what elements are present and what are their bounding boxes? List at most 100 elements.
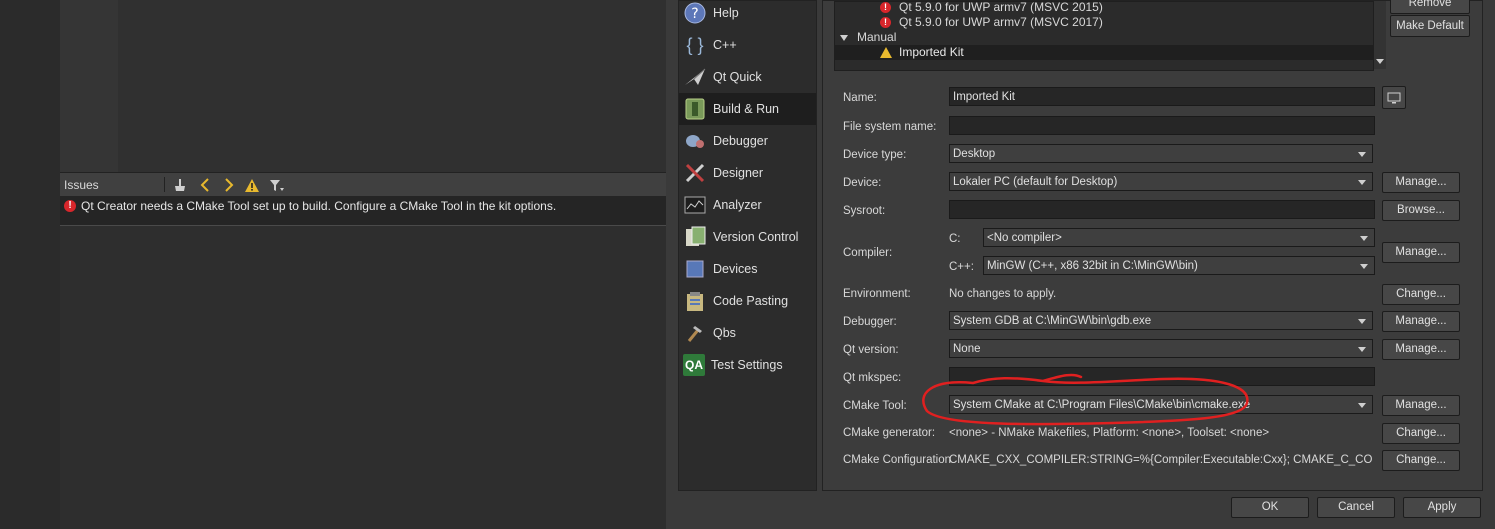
build-run-icon — [683, 97, 707, 121]
left-mode-bar — [0, 0, 60, 529]
options-dialog: ? Help { } C++ Qt Quick Build & Run Debu… — [666, 0, 1495, 529]
expand-arrow-icon[interactable] — [840, 35, 848, 41]
device-combo[interactable]: Lokaler PC (default for Desktop) — [949, 172, 1373, 191]
version-control-icon — [683, 225, 707, 249]
debugger-manage-button[interactable]: Manage... — [1382, 311, 1460, 332]
devices-icon — [683, 257, 707, 281]
remove-button[interactable]: Remove — [1390, 0, 1470, 14]
qa-icon: QA — [683, 354, 705, 376]
kit-row[interactable]: ! Qt 5.9.0 for UWP armv7 (MSVC 2017) — [835, 15, 1373, 30]
environment-change-button[interactable]: Change... — [1382, 284, 1460, 305]
qt-version-combo[interactable]: None — [949, 339, 1373, 358]
nav-item-code-pasting[interactable]: Code Pasting — [679, 285, 816, 317]
kit-label: Imported Kit — [899, 45, 964, 59]
cmake-tool-label: CMake Tool: — [843, 400, 907, 412]
compiler-label: Compiler: — [843, 247, 893, 259]
kit-row-selected[interactable]: Imported Kit — [835, 45, 1373, 60]
analyzer-chart-icon — [683, 193, 707, 217]
error-icon: ! — [880, 2, 891, 13]
kit-tree-scrollbar[interactable] — [1374, 1, 1386, 69]
apply-button[interactable]: Apply — [1403, 497, 1481, 518]
compiler-cpp-combo[interactable]: MinGW (C++, x86 32bit in C:\MinGW\bin) — [983, 256, 1375, 275]
debugger-combo[interactable]: System GDB at C:\MinGW\bin\gdb.exe — [949, 311, 1373, 330]
nav-item-version-control[interactable]: Version Control — [679, 221, 816, 253]
code-pasting-icon — [683, 289, 707, 313]
cmake-generator-change-button[interactable]: Change... — [1382, 423, 1460, 444]
qt-version-manage-button[interactable]: Manage... — [1382, 339, 1460, 360]
ok-button[interactable]: OK — [1231, 497, 1309, 518]
monitor-icon — [1387, 92, 1401, 103]
qa-badge-text: QA — [685, 358, 703, 372]
device-manage-button[interactable]: Manage... — [1382, 172, 1460, 193]
device-type-combo[interactable]: Desktop — [949, 144, 1373, 163]
nav-label-qbs: Qbs — [713, 326, 736, 340]
nav-label-debugger: Debugger — [713, 134, 768, 148]
kit-label: Qt 5.9.0 for UWP armv7 (MSVC 2015) — [899, 0, 1103, 14]
nav-item-help[interactable]: ? Help — [679, 0, 816, 29]
error-icon: ! — [64, 200, 76, 212]
clean-issues-icon[interactable] — [171, 176, 189, 194]
nav-label-test-settings: Test Settings — [711, 358, 783, 372]
sysroot-browse-button[interactable]: Browse... — [1382, 200, 1460, 221]
help-icon: ? — [683, 1, 707, 25]
options-category-list: ? Help { } C++ Qt Quick Build & Run Debu… — [678, 0, 817, 491]
compiler-c-combo[interactable]: <No compiler> — [983, 228, 1375, 247]
issues-list: ! Qt Creator needs a CMake Tool set up t… — [60, 196, 666, 529]
compiler-c-label: C: — [949, 233, 961, 245]
nav-item-qbs[interactable]: Qbs — [679, 317, 816, 349]
make-default-button[interactable]: Make Default — [1390, 15, 1470, 37]
nav-item-test-settings[interactable]: QA Test Settings — [679, 349, 816, 381]
nav-label-version-control: Version Control — [713, 230, 799, 244]
toolbar-separator — [164, 177, 165, 192]
compiler-cpp-value: MinGW (C++, x86 32bit in C:\MinGW\bin) — [987, 260, 1198, 272]
file-system-name-label: File system name: — [843, 121, 937, 133]
kit-icon-button[interactable] — [1382, 86, 1406, 109]
next-issue-icon[interactable] — [220, 176, 238, 194]
kit-tree[interactable]: ! Qt 5.9.0 for UWP armv7 (MSVC 2015) ! Q… — [834, 0, 1374, 71]
sysroot-field[interactable] — [949, 200, 1375, 219]
issues-title: Issues — [64, 178, 99, 192]
nav-item-designer[interactable]: Designer — [679, 157, 816, 189]
nav-label-code-pasting: Code Pasting — [713, 294, 789, 308]
previous-issue-icon[interactable] — [196, 176, 214, 194]
file-system-name-field[interactable] — [949, 116, 1375, 135]
kit-label: Qt 5.9.0 for UWP armv7 (MSVC 2017) — [899, 15, 1103, 29]
warning-icon — [880, 47, 892, 58]
nav-item-qt-quick[interactable]: Qt Quick — [679, 61, 816, 93]
compiler-manage-button[interactable]: Manage... — [1382, 242, 1460, 263]
kit-row[interactable]: ! Qt 5.9.0 for UWP armv7 (MSVC 2015) — [835, 0, 1373, 15]
qt-mkspec-label: Qt mkspec: — [843, 372, 902, 384]
issue-row[interactable]: ! Qt Creator needs a CMake Tool set up t… — [60, 196, 666, 226]
nav-item-build-run[interactable]: Build & Run — [679, 93, 816, 125]
nav-label-build-run: Build & Run — [713, 102, 780, 116]
filter-icon[interactable] — [268, 176, 286, 194]
cmake-tool-manage-button[interactable]: Manage... — [1382, 395, 1460, 416]
kit-group-manual[interactable]: Manual — [835, 30, 1373, 45]
nav-item-cpp[interactable]: { } C++ — [679, 29, 816, 61]
chevron-down-icon — [1358, 152, 1366, 157]
nav-item-debugger[interactable]: Debugger — [679, 125, 816, 157]
nav-label-designer: Designer — [713, 166, 764, 180]
chevron-down-icon — [1358, 347, 1366, 352]
nav-label-cpp: C++ — [713, 38, 737, 52]
compiler-c-value: <No compiler> — [987, 232, 1062, 244]
editor-area[interactable] — [118, 0, 666, 172]
name-label: Name: — [843, 92, 877, 104]
cmake-configuration-value: CMAKE_CXX_COMPILER:STRING=%{Compiler:Exe… — [949, 454, 1373, 466]
nav-item-devices[interactable]: Devices — [679, 253, 816, 285]
svg-text:?: ? — [691, 6, 698, 22]
nav-label-qt-quick: Qt Quick — [713, 70, 762, 84]
nav-item-analyzer[interactable]: Analyzer — [679, 189, 816, 221]
device-label: Device: — [843, 177, 882, 189]
qt-version-value: None — [953, 343, 981, 355]
device-type-value: Desktop — [953, 148, 996, 160]
cancel-button[interactable]: Cancel — [1317, 497, 1395, 518]
nav-label-help: Help — [713, 6, 739, 20]
scroll-down-icon[interactable] — [1376, 59, 1384, 64]
cmake-configuration-change-button[interactable]: Change... — [1382, 450, 1460, 471]
warning-filter-icon[interactable] — [243, 176, 261, 194]
chevron-down-icon — [1358, 319, 1366, 324]
chevron-down-icon — [1360, 236, 1368, 241]
hammer-icon — [683, 321, 707, 345]
name-field[interactable]: Imported Kit — [949, 87, 1375, 106]
